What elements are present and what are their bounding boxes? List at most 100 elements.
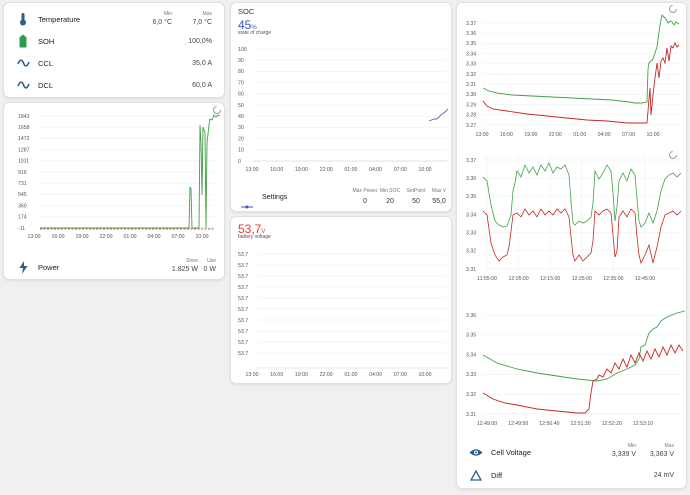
voltage-chart[interactable]: 53.7 53.7 53.7 53.7 53.7 53.7 53.7 53.7 53.7 53.7… (231, 243, 452, 383)
cell-chart-1-x-tick-label: 22:00 (549, 132, 562, 138)
diff-row[interactable]: Diff 24 mV (457, 464, 686, 486)
cell-chart-1-y-tick-label: 3.30 (466, 92, 476, 98)
power-row[interactable]: Power Store 1.825 W Use 0 W (4, 256, 224, 278)
cell-chart-1-y-tick-label: 3.31 (466, 82, 476, 88)
soc-x-tick-label: 16:00 (270, 167, 283, 173)
current-wave-icon (16, 56, 30, 70)
temperature-row[interactable]: Temperature Min 6,0 °C Max 7,0 °C (4, 8, 224, 30)
cell-chart-1-x-tick-label: 07:00 (622, 132, 635, 138)
cell-chart-1-y-tick-label: 3.32 (466, 72, 476, 78)
voltage-y-tick-label: 53.7 (238, 329, 248, 335)
battery-icon (16, 34, 30, 48)
cell-chart-1-y-tick-label: 3.27 (466, 123, 476, 129)
cell-chart-2-x-tick-label: 12:05:00 (508, 276, 528, 282)
cell-chart-3-y-tick-label: 3.33 (466, 372, 476, 378)
cell-min-line (482, 41, 680, 124)
soc-y-tick-label: 20 (238, 136, 244, 142)
cell-chart-2-y-tick-label: 3.31 (466, 267, 476, 273)
power-y-tick-label: -11 (18, 226, 25, 232)
cell-chart-2-x-tick-label: 12:35:00 (603, 276, 623, 282)
dcl-row[interactable]: DCL 60,0 A (4, 74, 224, 96)
ccl-row[interactable]: CCL 35,0 A (4, 52, 224, 74)
soc-subtitle: state of charge (238, 30, 272, 36)
soh-value: 100,0% (188, 37, 212, 45)
cell-chart-3-x-tick-label: 12:52:20 (602, 421, 622, 427)
battery-voltage-card: 53,7V battery voltage 53.7 53.7 53.7 53.7 53… (230, 216, 452, 384)
power-x-tick-label: 19:00 (76, 234, 89, 240)
cell-max-line-3 (482, 310, 686, 382)
settings-setpoint: 50 (412, 198, 420, 205)
cell-chart-2[interactable]: 3.37 3.36 3.35 3.34 3.33 3.32 3.31 11:55:00 12:… (457, 151, 687, 287)
soc-y-tick-label: 70 (238, 80, 244, 86)
voltage-x-tick-label: 04:00 (369, 372, 382, 378)
soh-label: SOH (38, 36, 55, 46)
power-chart[interactable]: 1843 1658 1472 1287 1101 916 731 545 360 174 -11 1… (4, 103, 225, 248)
dcl-value: 60,0 A (192, 81, 212, 89)
power-store: Store 1.825 W (171, 258, 198, 273)
power-y-tick-label: 916 (18, 170, 27, 176)
soh-row[interactable]: SOH 100,0% (4, 30, 224, 52)
soc-y-tick-label: 90 (238, 58, 244, 64)
delta-triangle-icon (469, 468, 483, 482)
ccl-label: CCL (38, 58, 54, 68)
voltage-y-tick-label: 53.7 (238, 351, 248, 357)
cell-chart-2-y-tick-label: 3.36 (466, 176, 476, 182)
settings-row[interactable]: Settings Max Power Min SOC SetPoint Max … (231, 187, 451, 209)
soc-title: SOC (238, 7, 255, 16)
power-x-tick-label: 04:00 (148, 234, 161, 240)
loading-spinner-icon (669, 151, 677, 159)
soc-x-tick-label: 19:00 (295, 167, 308, 173)
cell-chart-1[interactable]: 3.37 3.36 3.35 3.34 3.33 3.32 3.31 3.30 3.29 3.28… (457, 3, 687, 143)
settings-header-min-soc: Min SOC (379, 188, 401, 194)
power-store-line (40, 114, 221, 229)
voltage-x-tick-label: 10:00 (419, 372, 432, 378)
power-x-tick-label: 16:00 (52, 234, 65, 240)
cell-chart-2-y-tick-label: 3.34 (466, 212, 476, 218)
loading-spinner-icon (213, 106, 221, 114)
current-wave-icon (16, 78, 30, 92)
cell-chart-1-y-tick-label: 3.29 (466, 102, 476, 108)
power-y-tick-label: 1287 (18, 147, 30, 153)
cell-chart-3-x-tick-label: 12:49:00 (477, 421, 497, 427)
power-x-tick-label: 22:00 (100, 234, 113, 240)
cell-chart-2-y-tick-label: 3.37 (466, 158, 476, 164)
power-x-tick-label: 13:00 (28, 234, 41, 240)
cell-voltage-max: Max 3,363 V (649, 443, 674, 458)
diff-value: 24 mV (653, 471, 674, 479)
power-y-tick-label: 1658 (18, 125, 30, 131)
soc-y-tick-label: 10 (238, 148, 244, 154)
cell-chart-1-y-tick-label: 3.28 (466, 113, 476, 119)
cell-chart-1-y-tick-label: 3.36 (466, 31, 476, 37)
temperature-max: Max 7,0 °C (192, 11, 212, 26)
diff-label: Diff (491, 470, 503, 480)
power-y-tick-label: 174 (18, 215, 27, 221)
dcl-label: DCL (38, 80, 54, 90)
cell-chart-2-y-tick-label: 3.32 (466, 249, 476, 255)
eye-icon (469, 445, 483, 459)
cell-chart-3-y-tick-label: 3.34 (466, 352, 476, 358)
power-y-tick-label: 1101 (18, 159, 29, 165)
thermometer-icon (16, 12, 30, 26)
power-x-tick-label: 01:00 (124, 234, 137, 240)
cell-voltage-row[interactable]: Cell Voltage Min 3,339 V Max 3,363 V (457, 441, 686, 463)
cell-chart-3-y-tick-label: 3.32 (466, 392, 476, 398)
cell-chart-3-wrap: 3.36 3.35 3.34 3.33 3.32 3.31 12:49:00 12:49:5… (457, 293, 687, 433)
cell-chart-3-y-tick-label: 3.35 (466, 333, 476, 339)
cell-chart-3[interactable]: 3.36 3.35 3.34 3.33 3.32 3.31 12:49:00 12:49:5… (457, 293, 687, 433)
cell-chart-2-x-tick-label: 12:15:00 (540, 276, 560, 282)
voltage-x-tick-label: 19:00 (295, 372, 308, 378)
cell-chart-1-x-tick-label: 01:00 (573, 132, 586, 138)
voltage-x-tick-label: 07:00 (394, 372, 407, 378)
cell-chart-3-y-tick-label: 3.36 (466, 313, 476, 319)
cell-chart-1-y-tick-label: 3.34 (466, 51, 476, 57)
soc-chart[interactable]: 1009080706050403020100 13:00 16:00 19:00 22… (231, 39, 452, 179)
cell-chart-1-y-tick-label: 3.37 (466, 21, 476, 27)
soc-y-tick-label: 0 (238, 159, 241, 165)
power-y-tick-label: 545 (18, 192, 27, 198)
voltage-subtitle: battery voltage (238, 234, 271, 240)
power-y-tick-label: 731 (18, 181, 27, 187)
voltage-y-tick-label: 53.7 (238, 340, 248, 346)
cell-chart-2-x-tick-label: 11:55:00 (477, 276, 497, 282)
cell-chart-3-x-tick-label: 12:50:40 (539, 421, 559, 427)
cell-voltage-min: Min 3,339 V (611, 443, 636, 458)
